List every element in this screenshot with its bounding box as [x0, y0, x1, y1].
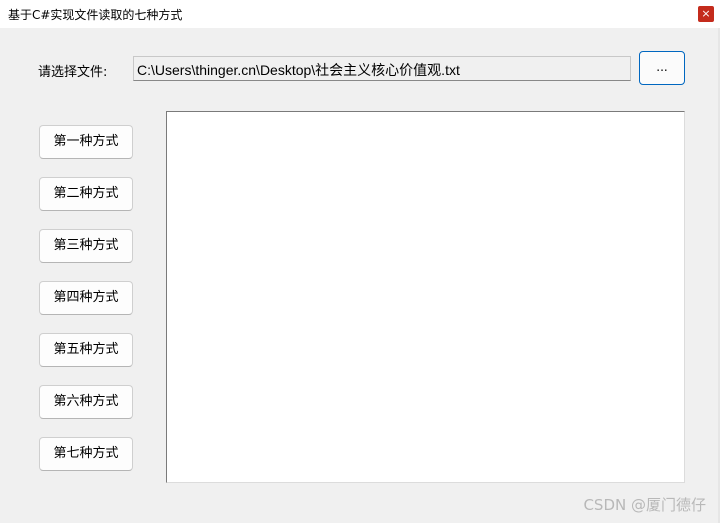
- method-6-button[interactable]: 第六种方式: [39, 385, 133, 419]
- file-content-textbox[interactable]: [166, 111, 685, 483]
- browse-button[interactable]: ...: [639, 51, 685, 85]
- watermark: CSDN @厦门德仔: [583, 496, 706, 514]
- method-4-button[interactable]: 第四种方式: [39, 281, 133, 315]
- file-path-field[interactable]: C:\Users\thinger.cn\Desktop\社会主义核心价值观.tx…: [133, 56, 631, 81]
- app-window: 基于C#实现文件读取的七种方式 × 请选择文件: C:\Users\thinge…: [0, 0, 720, 523]
- window-title: 基于C#实现文件读取的七种方式: [8, 8, 183, 22]
- title-bar[interactable]: 基于C#实现文件读取的七种方式 ×: [0, 0, 720, 28]
- close-button[interactable]: ×: [698, 6, 714, 22]
- method-5-button[interactable]: 第五种方式: [39, 333, 133, 367]
- method-7-button[interactable]: 第七种方式: [39, 437, 133, 471]
- method-3-button[interactable]: 第三种方式: [39, 229, 133, 263]
- file-select-label: 请选择文件:: [38, 65, 108, 80]
- close-icon: ×: [701, 7, 711, 20]
- method-2-button[interactable]: 第二种方式: [39, 177, 133, 211]
- method-1-button[interactable]: 第一种方式: [39, 125, 133, 159]
